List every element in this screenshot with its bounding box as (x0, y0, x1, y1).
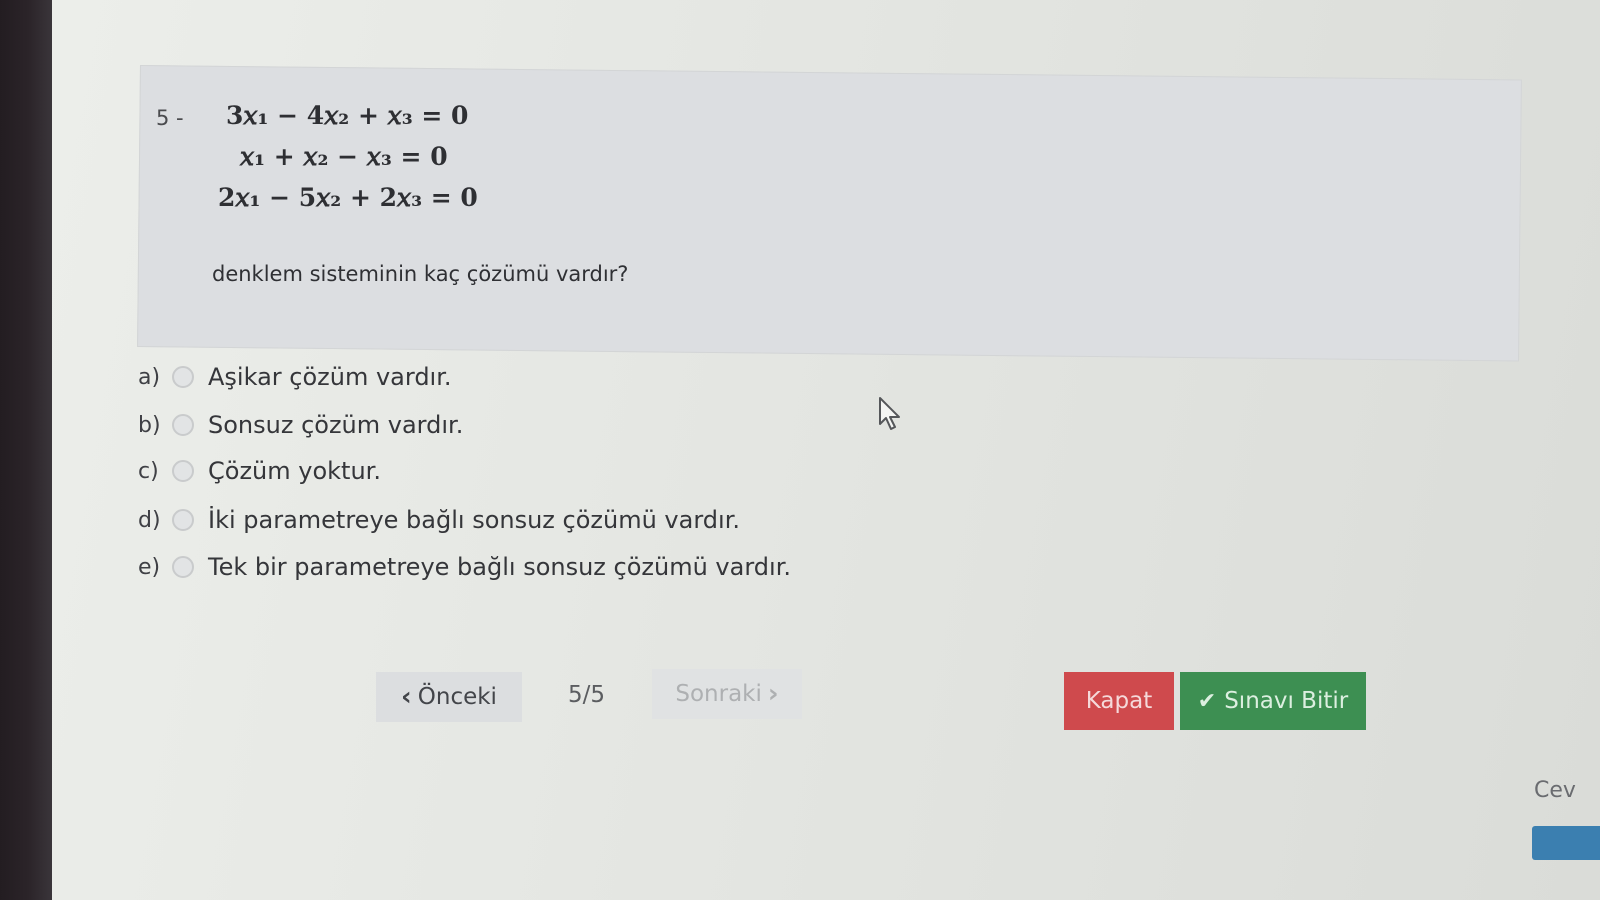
option-letter: d) (138, 507, 161, 533)
option-c[interactable]: c) Çözüm yoktur. (138, 454, 381, 488)
previous-button[interactable]: ‹ Önceki (376, 672, 522, 722)
question-number: 5 - (156, 106, 184, 130)
finish-exam-button[interactable]: ✔ Sınavı Bitir (1180, 672, 1366, 730)
side-panel-button[interactable] (1532, 826, 1600, 860)
equation-1: 3𝑥₁ − 4𝑥₂ + 𝑥₃ = 0 (226, 101, 469, 130)
option-letter: b) (138, 412, 161, 438)
previous-label: Önceki (417, 684, 497, 710)
option-e[interactable]: e) Tek bir parametreye bağlı sonsuz çözü… (138, 550, 791, 584)
option-d[interactable]: d) İki parametreye bağlı sonsuz çözümü v… (138, 503, 740, 537)
close-button[interactable]: Kapat (1064, 672, 1174, 730)
equation-3: 2𝑥₁ − 5𝑥₂ + 2𝑥₃ = 0 (218, 183, 478, 212)
equation-2: 𝑥₁ + 𝑥₂ − 𝑥₃ = 0 (240, 142, 448, 171)
option-letter: a) (138, 364, 161, 390)
next-button[interactable]: Sonraki › (652, 669, 802, 719)
monitor-bezel (0, 0, 52, 900)
mouse-cursor-icon (879, 397, 900, 430)
answer-panel-label: Cev (1534, 778, 1576, 803)
chevron-left-icon: ‹ (401, 682, 412, 712)
chevron-right-icon: › (767, 679, 779, 709)
option-text[interactable]: Çözüm yoktur. (208, 457, 381, 485)
next-label: Sonraki (675, 681, 762, 707)
page-counter: 5/5 (568, 682, 606, 708)
option-text[interactable]: İki parametreye bağlı sonsuz çözümü vard… (208, 506, 740, 534)
option-a[interactable]: a) Aşikar çözüm vardır. (138, 360, 452, 394)
option-letter: e) (138, 554, 161, 580)
finish-label: Sınavı Bitir (1224, 688, 1349, 714)
radio-button[interactable] (172, 460, 194, 482)
close-label: Kapat (1085, 688, 1153, 714)
option-b[interactable]: b) Sonsuz çözüm vardır. (138, 408, 463, 442)
check-icon: ✔ (1197, 688, 1217, 714)
option-text[interactable]: Tek bir parametreye bağlı sonsuz çözümü … (208, 553, 791, 581)
question-text: denklem sisteminin kaç çözümü vardır? (212, 262, 629, 286)
option-letter: c) (138, 458, 159, 484)
radio-button[interactable] (172, 366, 194, 388)
radio-button[interactable] (172, 509, 194, 531)
option-text[interactable]: Sonsuz çözüm vardır. (208, 411, 463, 439)
option-text[interactable]: Aşikar çözüm vardır. (208, 363, 452, 391)
radio-button[interactable] (172, 556, 194, 578)
radio-button[interactable] (172, 414, 194, 436)
